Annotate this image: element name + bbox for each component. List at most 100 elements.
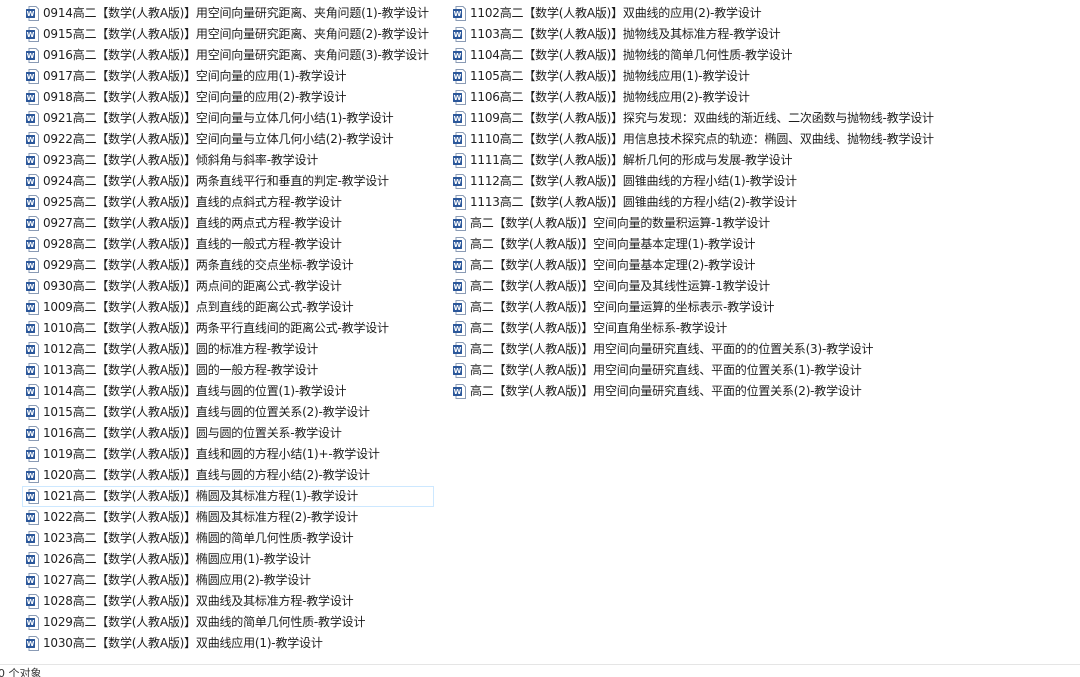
file-name: 0916高二【数学(人教A版)】用空间向量研究距离、夹角问题(3)-教学设计 (43, 48, 429, 62)
file-name: 1013高二【数学(人教A版)】圆的一般方程-教学设计 (43, 363, 319, 377)
svg-text:W: W (27, 31, 35, 39)
file-list-item[interactable]: W 高二【数学(人教A版)】空间向量基本定理(1)-教学设计 (449, 234, 939, 255)
svg-text:W: W (454, 136, 462, 144)
svg-text:W: W (27, 346, 35, 354)
file-list-item[interactable]: W 高二【数学(人教A版)】空间直角坐标系-教学设计 (449, 318, 939, 339)
file-name: 高二【数学(人教A版)】空间向量的数量积运算-1教学设计 (470, 216, 770, 230)
file-list-item[interactable]: W 0928高二【数学(人教A版)】直线的一般式方程-教学设计 (22, 234, 434, 255)
svg-text:W: W (454, 283, 462, 291)
file-list-item[interactable]: W 1030高二【数学(人教A版)】双曲线应用(1)-教学设计 (22, 633, 434, 654)
file-list-item[interactable]: W 高二【数学(人教A版)】空间向量运算的坐标表示-教学设计 (449, 297, 939, 318)
file-name: 1019高二【数学(人教A版)】直线和圆的方程小结(1)+-教学设计 (43, 447, 380, 461)
file-list-item[interactable]: W 1020高二【数学(人教A版)】直线与圆的方程小结(2)-教学设计 (22, 465, 434, 486)
file-list-item[interactable]: W 1026高二【数学(人教A版)】椭圆应用(1)-教学设计 (22, 549, 434, 570)
file-name: 0925高二【数学(人教A版)】直线的点斜式方程-教学设计 (43, 195, 342, 209)
word-document-icon: W (453, 363, 466, 378)
file-name: 高二【数学(人教A版)】空间向量基本定理(2)-教学设计 (470, 258, 756, 272)
file-list-item[interactable]: W 1023高二【数学(人教A版)】椭圆的简单几何性质-教学设计 (22, 528, 434, 549)
file-name: 高二【数学(人教A版)】用空间向量研究直线、平面的位置关系(2)-教学设计 (470, 384, 862, 398)
file-list-item[interactable]: W 1110高二【数学(人教A版)】用信息技术探究点的轨迹：椭圆、双曲线、抛物线-… (449, 129, 939, 150)
file-list-item[interactable]: W 1103高二【数学(人教A版)】抛物线及其标准方程-教学设计 (449, 24, 939, 45)
file-list-item[interactable]: W 0922高二【数学(人教A版)】空间向量与立体几何小结(2)-教学设计 (22, 129, 434, 150)
file-list-item[interactable]: W 0925高二【数学(人教A版)】直线的点斜式方程-教学设计 (22, 192, 434, 213)
file-list-item[interactable]: W 1021高二【数学(人教A版)】椭圆及其标准方程(1)-教学设计 (22, 486, 434, 507)
file-name: 1023高二【数学(人教A版)】椭圆的简单几何性质-教学设计 (43, 531, 354, 545)
svg-text:W: W (454, 94, 462, 102)
word-document-icon: W (26, 6, 39, 21)
file-list-item[interactable]: W 0927高二【数学(人教A版)】直线的两点式方程-教学设计 (22, 213, 434, 234)
file-list-item[interactable]: W 1109高二【数学(人教A版)】探究与发现：双曲线的渐近线、二次函数与抛物线-… (449, 108, 939, 129)
file-list-item[interactable]: W 1013高二【数学(人教A版)】圆的一般方程-教学设计 (22, 360, 434, 381)
word-document-icon: W (26, 405, 39, 420)
word-document-icon: W (453, 321, 466, 336)
file-list-item[interactable]: W 1014高二【数学(人教A版)】直线与圆的位置(1)-教学设计 (22, 381, 434, 402)
word-document-icon: W (26, 153, 39, 168)
file-list-item[interactable]: W 1106高二【数学(人教A版)】抛物线应用(2)-教学设计 (449, 87, 939, 108)
file-name: 1029高二【数学(人教A版)】双曲线的简单几何性质-教学设计 (43, 615, 366, 629)
file-list-item[interactable]: W 高二【数学(人教A版)】用空间向量研究直线、平面的的位置关系(3)-教学设计 (449, 339, 939, 360)
file-name: 1030高二【数学(人教A版)】双曲线应用(1)-教学设计 (43, 636, 323, 650)
file-list-item[interactable]: W 1019高二【数学(人教A版)】直线和圆的方程小结(1)+-教学设计 (22, 444, 434, 465)
file-list-item[interactable]: W 1112高二【数学(人教A版)】圆锥曲线的方程小结(1)-教学设计 (449, 171, 939, 192)
file-name: 高二【数学(人教A版)】空间向量及其线性运算-1教学设计 (470, 279, 770, 293)
file-name: 1105高二【数学(人教A版)】抛物线应用(1)-教学设计 (470, 69, 750, 83)
file-name: 1109高二【数学(人教A版)】探究与发现：双曲线的渐近线、二次函数与抛物线-教… (470, 111, 934, 125)
svg-text:W: W (27, 640, 35, 648)
word-document-icon: W (26, 468, 39, 483)
file-list-pane: W 0914高二【数学(人教A版)】用空间向量研究距离、夹角问题(1)-教学设计 W… (0, 0, 1080, 664)
file-list-item[interactable]: W 0929高二【数学(人教A版)】两条直线的交点坐标-教学设计 (22, 255, 434, 276)
file-list-item[interactable]: W 0917高二【数学(人教A版)】空间向量的应用(1)-教学设计 (22, 66, 434, 87)
word-document-icon: W (453, 48, 466, 63)
file-list-item[interactable]: W 1010高二【数学(人教A版)】两条平行直线间的距离公式-教学设计 (22, 318, 434, 339)
svg-text:W: W (454, 115, 462, 123)
file-list-item[interactable]: W 1015高二【数学(人教A版)】直线与圆的位置关系(2)-教学设计 (22, 402, 434, 423)
file-list-item[interactable]: W 0918高二【数学(人教A版)】空间向量的应用(2)-教学设计 (22, 87, 434, 108)
svg-text:W: W (27, 619, 35, 627)
file-name: 高二【数学(人教A版)】用空间向量研究直线、平面的的位置关系(3)-教学设计 (470, 342, 874, 356)
file-name: 高二【数学(人教A版)】空间向量运算的坐标表示-教学设计 (470, 300, 775, 314)
file-list-item[interactable]: W 高二【数学(人教A版)】空间向量及其线性运算-1教学设计 (449, 276, 939, 297)
word-document-icon: W (453, 90, 466, 105)
file-list-item[interactable]: W 1102高二【数学(人教A版)】双曲线的应用(2)-教学设计 (449, 3, 939, 24)
word-document-icon: W (26, 510, 39, 525)
word-document-icon: W (26, 489, 39, 504)
file-list-item[interactable]: W 1104高二【数学(人教A版)】抛物线的简单几何性质-教学设计 (449, 45, 939, 66)
file-list-item[interactable]: W 高二【数学(人教A版)】用空间向量研究直线、平面的位置关系(1)-教学设计 (449, 360, 939, 381)
file-list-item[interactable]: W 1027高二【数学(人教A版)】椭圆应用(2)-教学设计 (22, 570, 434, 591)
file-list-item[interactable]: W 0923高二【数学(人教A版)】倾斜角与斜率-教学设计 (22, 150, 434, 171)
file-list-item[interactable]: W 0915高二【数学(人教A版)】用空间向量研究距离、夹角问题(2)-教学设计 (22, 24, 434, 45)
word-document-icon: W (26, 615, 39, 630)
file-list-item[interactable]: W 1028高二【数学(人教A版)】双曲线及其标准方程-教学设计 (22, 591, 434, 612)
file-list-item[interactable]: W 0930高二【数学(人教A版)】两点间的距离公式-教学设计 (22, 276, 434, 297)
word-document-icon: W (26, 216, 39, 231)
file-list-item[interactable]: W 0914高二【数学(人教A版)】用空间向量研究距离、夹角问题(1)-教学设计 (22, 3, 434, 24)
file-list-item[interactable]: W 0924高二【数学(人教A版)】两条直线平行和垂直的判定-教学设计 (22, 171, 434, 192)
file-list-item[interactable]: W 1012高二【数学(人教A版)】圆的标准方程-教学设计 (22, 339, 434, 360)
file-list-item[interactable]: W 0921高二【数学(人教A版)】空间向量与立体几何小结(1)-教学设计 (22, 108, 434, 129)
file-list-item[interactable]: W 1105高二【数学(人教A版)】抛物线应用(1)-教学设计 (449, 66, 939, 87)
file-list-item[interactable]: W 1009高二【数学(人教A版)】点到直线的距离公式-教学设计 (22, 297, 434, 318)
word-document-icon: W (453, 237, 466, 252)
file-list-item[interactable]: W 1016高二【数学(人教A版)】圆与圆的位置关系-教学设计 (22, 423, 434, 444)
file-name: 1102高二【数学(人教A版)】双曲线的应用(2)-教学设计 (470, 6, 762, 20)
file-list-item[interactable]: W 1022高二【数学(人教A版)】椭圆及其标准方程(2)-教学设计 (22, 507, 434, 528)
file-name: 1104高二【数学(人教A版)】抛物线的简单几何性质-教学设计 (470, 48, 793, 62)
svg-text:W: W (27, 304, 35, 312)
file-name: 1009高二【数学(人教A版)】点到直线的距离公式-教学设计 (43, 300, 354, 314)
word-document-icon: W (26, 90, 39, 105)
svg-text:W: W (454, 199, 462, 207)
file-list-item[interactable]: W 0916高二【数学(人教A版)】用空间向量研究距离、夹角问题(3)-教学设计 (22, 45, 434, 66)
file-list-item[interactable]: W 1111高二【数学(人教A版)】解析几何的形成与发展-教学设计 (449, 150, 939, 171)
word-document-icon: W (453, 174, 466, 189)
file-name: 1028高二【数学(人教A版)】双曲线及其标准方程-教学设计 (43, 594, 354, 608)
file-list-item[interactable]: W 1029高二【数学(人教A版)】双曲线的简单几何性质-教学设计 (22, 612, 434, 633)
file-list-item[interactable]: W 高二【数学(人教A版)】空间向量基本定理(2)-教学设计 (449, 255, 939, 276)
file-list-item[interactable]: W 高二【数学(人教A版)】空间向量的数量积运算-1教学设计 (449, 213, 939, 234)
svg-text:W: W (27, 220, 35, 228)
file-name: 高二【数学(人教A版)】用空间向量研究直线、平面的位置关系(1)-教学设计 (470, 363, 862, 377)
svg-text:W: W (27, 94, 35, 102)
file-list-item[interactable]: W 1113高二【数学(人教A版)】圆锥曲线的方程小结(2)-教学设计 (449, 192, 939, 213)
file-list-item[interactable]: W 高二【数学(人教A版)】用空间向量研究直线、平面的位置关系(2)-教学设计 (449, 381, 939, 402)
file-name: 0928高二【数学(人教A版)】直线的一般式方程-教学设计 (43, 237, 342, 251)
word-document-icon: W (453, 132, 466, 147)
